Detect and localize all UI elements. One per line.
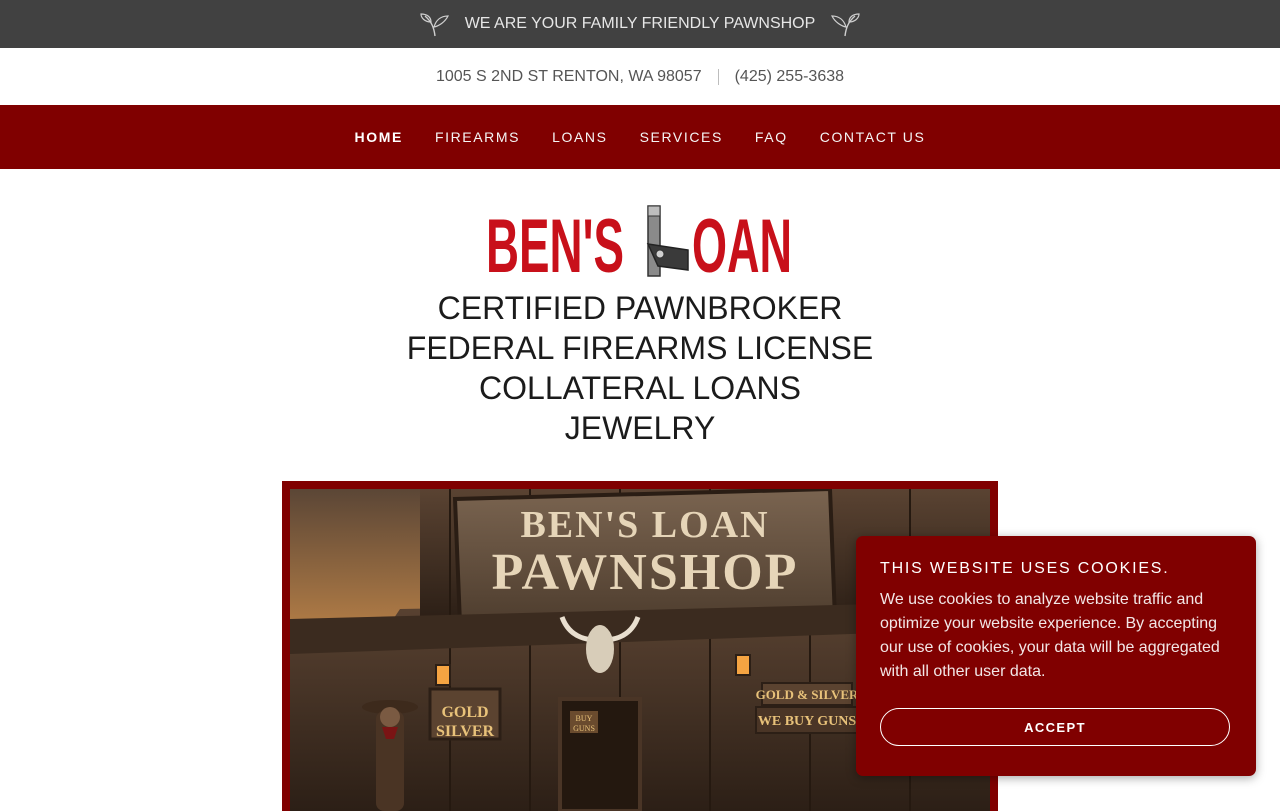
- cookie-banner: THIS WEBSITE USES COOKIES. We use cookie…: [856, 536, 1256, 776]
- sign-line2: PAWNSHOP: [492, 544, 799, 601]
- leaf-left-icon: [419, 10, 451, 38]
- door-sign-top: BUY: [576, 714, 593, 723]
- contact-bar: 1005 S 2ND ST RENTON, WA 98057 (425) 255…: [0, 48, 1280, 105]
- nav-contact-us[interactable]: CONTACT US: [820, 129, 926, 145]
- right-sign-top: GOLD & SILVER: [756, 687, 859, 702]
- left-sign-bottom: SILVER: [436, 723, 495, 740]
- nav-home[interactable]: HOME: [355, 129, 403, 145]
- tagline: CERTIFIED PAWNBROKER FEDERAL FIREARMS LI…: [0, 288, 1280, 448]
- announcement-bar: WE ARE YOUR FAMILY FRIENDLY PAWNSHOP: [0, 0, 1280, 48]
- cookie-body: We use cookies to analyze website traffi…: [880, 591, 1220, 680]
- main-nav: HOME FIREARMS LOANS SERVICES FAQ CONTACT…: [0, 105, 1280, 169]
- nav-firearms[interactable]: FIREARMS: [435, 129, 520, 145]
- nav-loans[interactable]: LOANS: [552, 129, 607, 145]
- phone-link[interactable]: (425) 255-3638: [735, 68, 844, 86]
- sign-line1: BEN'S LOAN: [520, 504, 769, 546]
- tagline-line: CERTIFIED PAWNBROKER: [437, 290, 843, 326]
- address-text: 1005 S 2ND ST RENTON, WA 98057: [435, 67, 702, 85]
- door-sign-bottom: GUNS: [573, 724, 595, 733]
- nav-faq[interactable]: FAQ: [755, 129, 788, 145]
- pistol-icon: [646, 205, 689, 277]
- site-logo[interactable]: BEN'S OAN: [480, 200, 800, 289]
- accept-cookies-button[interactable]: ACCEPT: [880, 708, 1230, 746]
- tagline-line: FEDERAL FIREARMS LICENSE: [406, 330, 874, 366]
- announcement-text: WE ARE YOUR FAMILY FRIENDLY PAWNSHOP: [464, 15, 816, 32]
- nav-services[interactable]: SERVICES: [640, 129, 723, 145]
- right-sign-bottom: WE BUY GUNS: [758, 714, 856, 729]
- logo-text-left: BEN'S: [486, 204, 624, 282]
- tagline-line: COLLATERAL LOANS: [479, 370, 801, 406]
- tagline-line: JEWELRY: [564, 410, 716, 446]
- cookie-title: THIS WEBSITE USES COOKIES.: [880, 560, 1170, 577]
- logo-text-right: OAN: [692, 204, 792, 282]
- contact-divider: [717, 68, 719, 85]
- leaf-right-icon: [829, 10, 861, 38]
- left-sign-top: GOLD: [441, 704, 488, 721]
